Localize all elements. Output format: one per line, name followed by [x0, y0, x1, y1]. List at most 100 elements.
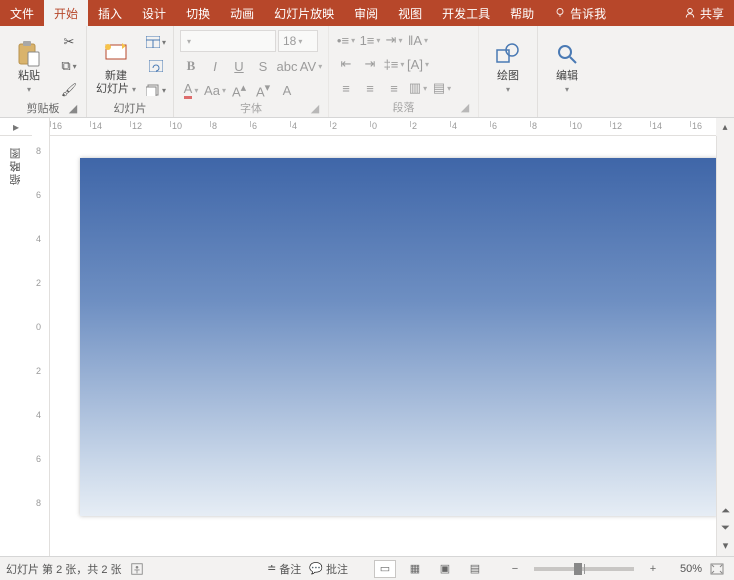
- slideshow-view-button[interactable]: ▤: [464, 560, 486, 578]
- paste-label: 粘贴: [18, 70, 40, 82]
- tab-home[interactable]: 开始: [44, 0, 88, 26]
- char-spacing-button[interactable]: AV: [300, 56, 322, 76]
- font-size-combobox[interactable]: 18: [278, 30, 318, 52]
- zoom-slider[interactable]: [534, 567, 634, 571]
- group-paragraph-label: 段落: [393, 102, 415, 114]
- zoom-in-button[interactable]: +: [646, 563, 660, 575]
- tab-slideshow[interactable]: 幻灯片放映: [264, 0, 344, 26]
- tab-view[interactable]: 视图: [388, 0, 432, 26]
- cut-button[interactable]: ✂: [58, 32, 80, 52]
- chevron-down-icon: ▾: [506, 85, 510, 94]
- tab-transitions[interactable]: 切换: [176, 0, 220, 26]
- new-slide-label-2: 幻灯片: [96, 83, 129, 95]
- shadow-button[interactable]: S: [252, 56, 274, 76]
- shrink-font-icon: A▾: [256, 81, 270, 99]
- group-slides-label: 幻灯片: [114, 103, 147, 115]
- change-case-button[interactable]: Aa: [204, 80, 226, 100]
- horizontal-ruler[interactable]: 1614121086420246810121416: [50, 118, 716, 136]
- slide[interactable]: [80, 158, 716, 516]
- reading-view-button[interactable]: ▣: [434, 560, 456, 578]
- strikethrough-icon: abc: [277, 59, 298, 74]
- bold-button[interactable]: B: [180, 56, 202, 76]
- strikethrough-button[interactable]: abc: [276, 56, 298, 76]
- smartart-button[interactable]: ▤: [431, 78, 453, 98]
- tab-design[interactable]: 设计: [132, 0, 176, 26]
- align-right-button[interactable]: ≡: [383, 78, 405, 98]
- find-icon: [555, 38, 579, 70]
- bullets-button[interactable]: •≡: [335, 30, 357, 50]
- normal-view-button[interactable]: ▭: [374, 560, 396, 578]
- lightbulb-icon: [554, 7, 566, 19]
- paragraph-dialog-launcher[interactable]: ◢: [458, 101, 472, 115]
- line-spacing-icon: ‡≡: [384, 57, 399, 72]
- font-family-combobox[interactable]: [180, 30, 276, 52]
- sorter-view-button[interactable]: ▦: [404, 560, 426, 578]
- group-font: 18 B I U S abc AV A Aa A▴ A▾ A 字体◢: [174, 26, 329, 117]
- tab-insert[interactable]: 插入: [88, 0, 132, 26]
- spacing-icon: AV: [300, 59, 316, 74]
- editing-button[interactable]: 编辑▾: [544, 30, 590, 96]
- align-center-button[interactable]: ≡: [359, 78, 381, 98]
- zoom-out-button[interactable]: −: [508, 563, 522, 575]
- scroll-up-button[interactable]: ▴: [722, 122, 727, 133]
- accessibility-icon[interactable]: [130, 562, 144, 576]
- sorter-view-icon: ▦: [410, 562, 420, 575]
- tab-tellme[interactable]: 告诉我: [544, 0, 616, 26]
- font-dialog-launcher[interactable]: ◢: [308, 102, 322, 116]
- chevron-right-icon: ▸: [13, 120, 19, 134]
- notes-button[interactable]: ≐备注: [267, 561, 301, 577]
- vertical-scrollbar[interactable]: ⏶ ⏷ ▾: [716, 136, 734, 556]
- fit-to-window-button[interactable]: [710, 563, 728, 575]
- share-button[interactable]: 共享: [674, 0, 734, 26]
- tab-review[interactable]: 审阅: [344, 0, 388, 26]
- font-color-button[interactable]: A: [180, 80, 202, 100]
- grow-font-button[interactable]: A▴: [228, 80, 250, 100]
- tab-file[interactable]: 文件: [0, 0, 44, 26]
- paste-button[interactable]: 粘贴▾: [6, 30, 52, 96]
- numbering-button[interactable]: 1≡: [359, 30, 381, 50]
- work-area: 缩略图 864202468 ⏶ ⏷ ▾: [0, 136, 734, 556]
- tab-animations[interactable]: 动画: [220, 0, 264, 26]
- tab-developer[interactable]: 开发工具: [432, 0, 500, 26]
- underline-button[interactable]: U: [228, 56, 250, 76]
- columns-button[interactable]: ▥: [407, 78, 429, 98]
- section-button[interactable]: [145, 80, 167, 100]
- group-drawing-label: [485, 99, 531, 115]
- text-direction-button[interactable]: ‖A: [407, 30, 429, 50]
- align-left-icon: ≡: [342, 81, 350, 96]
- clipboard-dialog-launcher[interactable]: ◢: [66, 102, 80, 116]
- reset-button[interactable]: [145, 56, 167, 76]
- format-painter-button[interactable]: 🖌: [58, 80, 80, 100]
- comments-button[interactable]: 💬批注: [309, 561, 348, 577]
- italic-button[interactable]: I: [204, 56, 226, 76]
- shapes-icon: [495, 38, 521, 70]
- decrease-indent-button[interactable]: ⇤: [335, 54, 357, 74]
- vertical-ruler[interactable]: 864202468: [32, 136, 50, 556]
- tab-help[interactable]: 帮助: [500, 0, 544, 26]
- copy-button[interactable]: ⧉: [58, 56, 80, 76]
- align-text-button[interactable]: [A]: [407, 54, 429, 74]
- notes-label: 备注: [279, 561, 301, 577]
- list-level-button[interactable]: ⇥: [383, 30, 405, 50]
- next-slide-button[interactable]: ⏷: [721, 522, 730, 535]
- scissors-icon: ✂: [64, 34, 75, 50]
- group-clipboard-label: 剪贴板: [27, 103, 60, 115]
- increase-indent-button[interactable]: ⇥: [359, 54, 381, 74]
- zoom-slider-thumb[interactable]: [574, 563, 582, 575]
- new-slide-label-1: 新建: [105, 70, 127, 82]
- zoom-level[interactable]: 50%: [668, 563, 702, 575]
- line-spacing-button[interactable]: ‡≡: [383, 54, 405, 74]
- group-paragraph: •≡ 1≡ ⇥ ‖A ⇤ ⇥ ‡≡ [A] ≡ ≡ ≡ ▥ ▤ 段落 ◢: [329, 26, 479, 117]
- shrink-font-button[interactable]: A▾: [252, 80, 274, 100]
- layout-button[interactable]: [145, 32, 167, 52]
- drawing-button[interactable]: 绘图▾: [485, 30, 531, 96]
- align-left-button[interactable]: ≡: [335, 78, 357, 98]
- scroll-down-button[interactable]: ▾: [723, 539, 729, 552]
- clear-format-button[interactable]: A: [276, 80, 298, 100]
- italic-label: I: [213, 59, 217, 74]
- thumbnail-pane-toggle[interactable]: ▸: [0, 118, 32, 136]
- case-icon: Aa: [204, 83, 220, 98]
- new-slide-button[interactable]: 新建幻灯片 ▾: [93, 30, 139, 96]
- prev-slide-button[interactable]: ⏶: [721, 505, 730, 518]
- slide-canvas-area[interactable]: [50, 136, 716, 556]
